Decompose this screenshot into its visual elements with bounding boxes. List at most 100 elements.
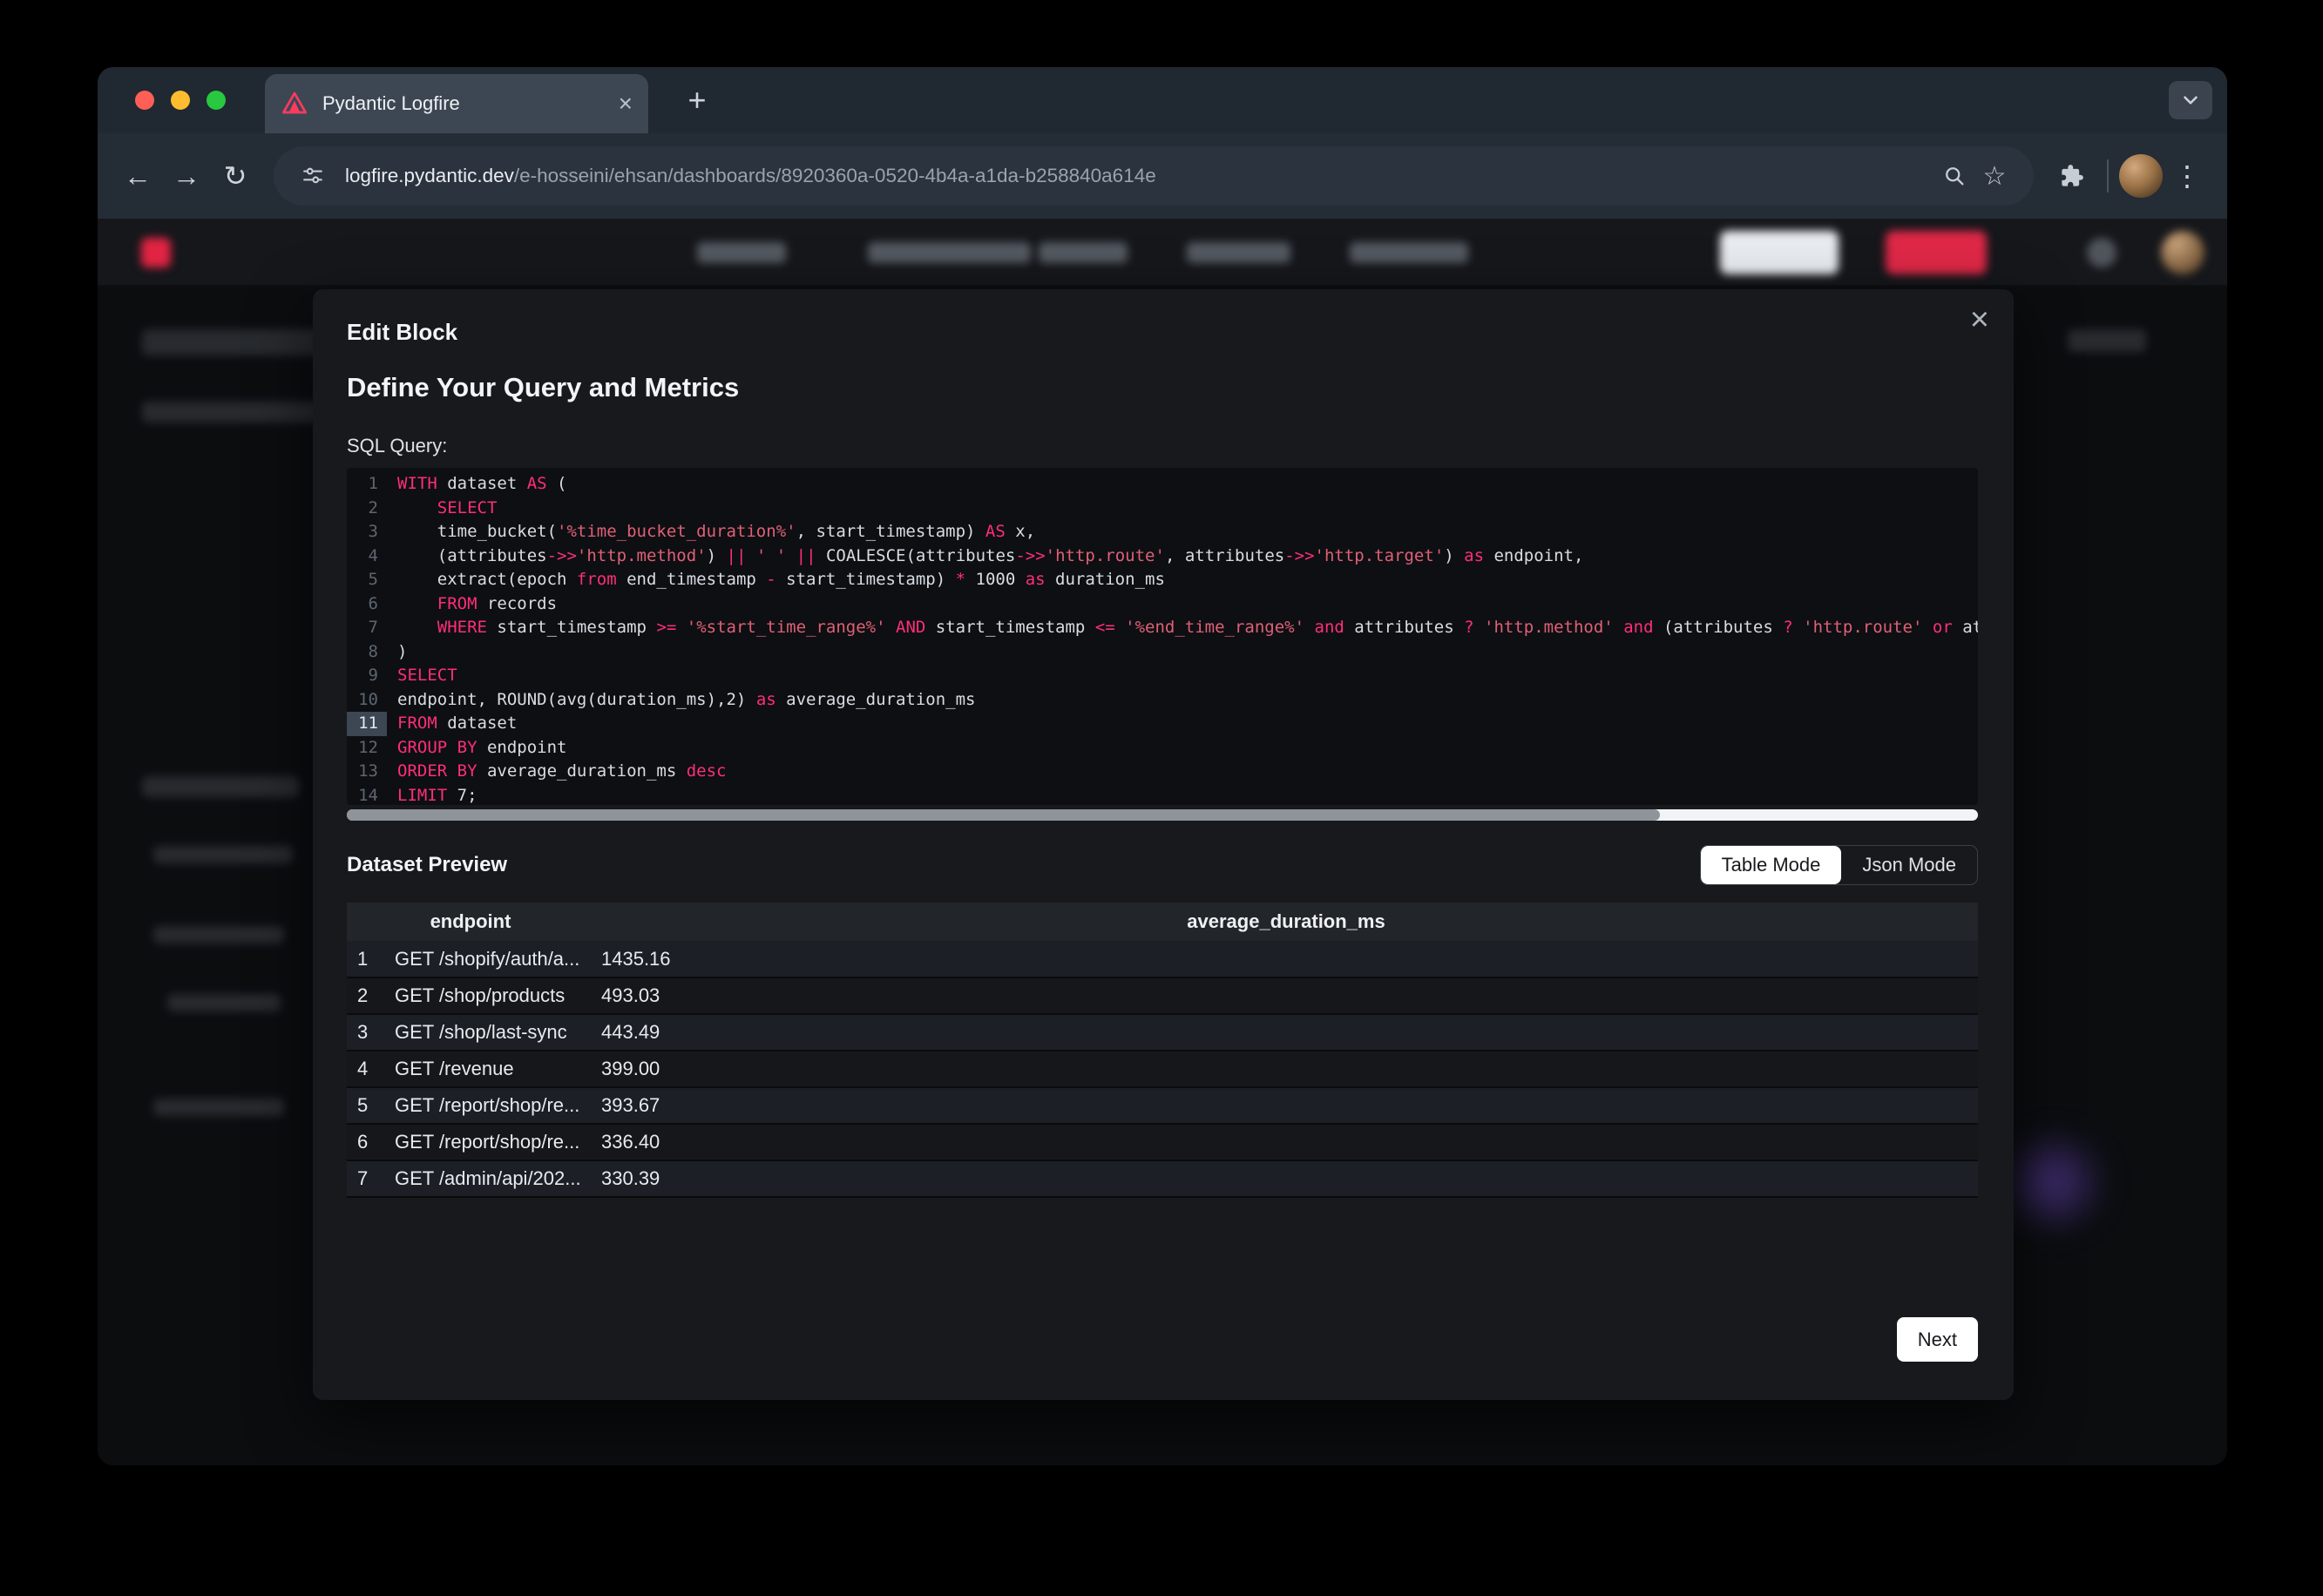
profile-avatar[interactable] (2119, 154, 2163, 198)
modal-title: Edit Block (347, 319, 1978, 346)
table-mode-button[interactable]: Table Mode (1701, 846, 1842, 884)
line-number: 10 (347, 688, 387, 713)
table-row: 4GET /revenue399.00 (347, 1051, 1978, 1087)
extensions-puzzle-icon[interactable] (2048, 152, 2096, 200)
line-number: 4 (347, 544, 387, 569)
table-header-row: endpoint average_duration_ms (347, 903, 1978, 941)
tab-search-chevron-button[interactable] (2169, 81, 2212, 119)
nav-item-blur (1350, 242, 1468, 263)
table-row: 5GET /report/shop/re...393.67 (347, 1087, 1978, 1124)
duration-cell: 399.00 (594, 1051, 1978, 1087)
nav-icon-blur (2087, 238, 2116, 267)
code-line: SELECT (397, 497, 1978, 521)
browser-tab[interactable]: Pydantic Logfire × (265, 74, 648, 133)
nav-light-button (1720, 231, 1839, 274)
row-number: 2 (347, 977, 391, 1014)
dataset-preview-table: endpoint average_duration_ms 1GET /shopi… (347, 903, 1978, 1198)
table-row: 6GET /report/shop/re...336.40 (347, 1124, 1978, 1160)
site-settings-icon[interactable] (293, 156, 333, 196)
next-button[interactable]: Next (1897, 1317, 1978, 1362)
tab-strip: Pydantic Logfire × + (98, 67, 2227, 133)
editor-horizontal-scrollbar[interactable] (347, 809, 1978, 821)
line-number: 5 (347, 568, 387, 592)
code-line: FROM dataset (397, 712, 1978, 736)
endpoint-cell: GET /shop/last-sync (391, 1014, 594, 1051)
site-logo (141, 238, 171, 267)
line-number: 13 (347, 760, 387, 784)
code-line: ORDER BY average_duration_ms desc (397, 760, 1978, 784)
endpoint-cell: GET /report/shop/re... (391, 1124, 594, 1160)
line-number: 7 (347, 616, 387, 640)
site-navbar (98, 219, 2227, 287)
code-line: time_bucket('%time_bucket_duration%', st… (397, 520, 1978, 544)
bookmark-star-icon[interactable]: ☆ (1974, 156, 2015, 196)
scrollbar-thumb[interactable] (347, 809, 1660, 821)
duration-cell: 336.40 (594, 1124, 1978, 1160)
table-row: 2GET /shop/products493.03 (347, 977, 1978, 1014)
tab-close-icon[interactable]: × (619, 91, 633, 116)
column-header-endpoint: endpoint (347, 903, 594, 941)
line-number: 2 (347, 497, 387, 521)
table-row: 3GET /shop/last-sync443.49 (347, 1014, 1978, 1051)
line-number: 6 (347, 592, 387, 617)
endpoint-cell: GET /shopify/auth/a... (391, 941, 594, 977)
sql-code-editor[interactable]: 1234567891011121314 WITH dataset AS ( SE… (347, 468, 1978, 805)
duration-cell: 493.03 (594, 977, 1978, 1014)
table-row: 7GET /admin/api/202...330.39 (347, 1160, 1978, 1197)
duration-cell: 443.49 (594, 1014, 1978, 1051)
nav-red-button (1886, 231, 1987, 274)
minimize-window-button[interactable] (171, 91, 190, 110)
back-button[interactable]: ← (113, 152, 162, 200)
endpoint-cell: GET /revenue (391, 1051, 594, 1087)
edit-block-modal: Edit Block × Define Your Query and Metri… (313, 289, 2014, 1400)
line-number: 11 (347, 712, 387, 736)
logfire-favicon-icon (281, 90, 308, 118)
code-line: LIMIT 7; (397, 784, 1978, 806)
url-domain: logfire.pydantic.dev (345, 165, 514, 186)
endpoint-cell: GET /admin/api/202... (391, 1160, 594, 1197)
row-number: 1 (347, 941, 391, 977)
code-line: GROUP BY endpoint (397, 736, 1978, 761)
column-header-average-duration: average_duration_ms (594, 903, 1978, 941)
address-bar[interactable]: logfire.pydantic.dev/e-hosseini/ehsan/da… (274, 146, 2034, 206)
toolbar-divider (2107, 159, 2109, 193)
url-path: /e-hosseini/ehsan/dashboards/8920360a-05… (514, 165, 1156, 186)
code-lines[interactable]: WITH dataset AS ( SELECT time_bucket('%t… (387, 472, 1978, 805)
sql-query-label: SQL Query: (347, 435, 1978, 457)
browser-menu-icon[interactable]: ⋮ (2163, 152, 2211, 200)
code-line: ) (397, 640, 1978, 665)
duration-cell: 1435.16 (594, 941, 1978, 977)
endpoint-cell: GET /shop/products (391, 977, 594, 1014)
browser-window: Pydantic Logfire × + ← → ↻ logfire.pydan… (98, 67, 2227, 1465)
dataset-preview-title: Dataset Preview (347, 853, 507, 877)
modal-heading: Define Your Query and Metrics (347, 372, 1978, 403)
row-number: 4 (347, 1051, 391, 1087)
code-line: FROM records (397, 592, 1978, 617)
close-window-button[interactable] (135, 91, 154, 110)
fullscreen-window-button[interactable] (207, 91, 226, 110)
nav-item-blur (868, 242, 1031, 263)
dataset-preview-header: Dataset Preview Table Mode Json Mode (347, 845, 1978, 885)
modal-close-icon[interactable]: × (1970, 303, 1989, 336)
row-number: 5 (347, 1087, 391, 1124)
line-number: 12 (347, 736, 387, 761)
nav-item-blur (1187, 242, 1290, 263)
url-text[interactable]: logfire.pydantic.dev/e-hosseini/ehsan/da… (345, 165, 1934, 187)
preview-mode-toggle: Table Mode Json Mode (1700, 845, 1978, 885)
duration-cell: 330.39 (594, 1160, 1978, 1197)
nav-item-blur (697, 242, 786, 263)
tab-title: Pydantic Logfire (322, 92, 619, 115)
site-avatar (2161, 231, 2204, 274)
code-line: WITH dataset AS ( (397, 472, 1978, 497)
code-line: WHERE start_timestamp >= '%start_time_ra… (397, 616, 1978, 640)
code-line: endpoint, ROUND(avg(duration_ms),2) as a… (397, 688, 1978, 713)
json-mode-button[interactable]: Json Mode (1841, 846, 1977, 884)
new-tab-button[interactable]: + (678, 81, 716, 119)
reload-button[interactable]: ↻ (211, 152, 260, 200)
row-number: 3 (347, 1014, 391, 1051)
zoom-icon[interactable] (1934, 156, 1974, 196)
code-gutter: 1234567891011121314 (347, 472, 387, 805)
nav-item-blur (1039, 242, 1128, 263)
code-line: (attributes->>'http.method') || ' ' || C… (397, 544, 1978, 569)
forward-button[interactable]: → (162, 152, 211, 200)
